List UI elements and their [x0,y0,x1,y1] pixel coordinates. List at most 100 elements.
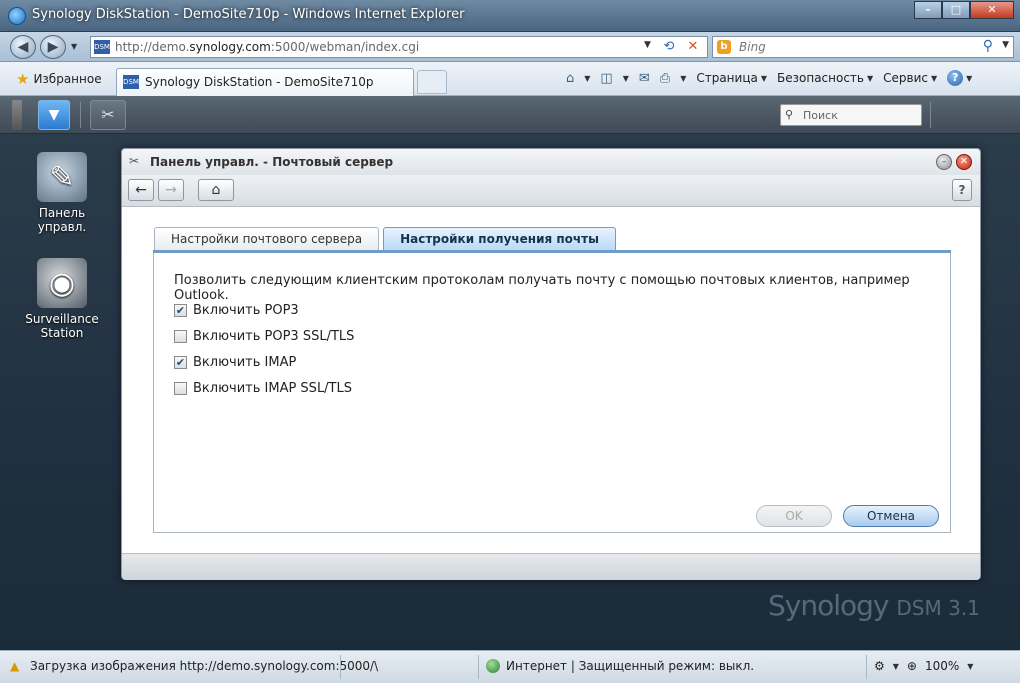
control-panel-taskbar-button[interactable]: ✂ [90,100,126,130]
dsm-taskbar: ▼ ✂ ⚲ Поиск [0,96,1020,134]
rss-dropdown-icon[interactable]: ▼ [623,74,629,83]
option-pop3-ssl[interactable]: Включить POP3 SSL/TLS [174,327,354,345]
cancel-button[interactable]: Отмена [843,505,939,527]
globe-icon [486,659,500,673]
checkbox-imap[interactable]: ✔ [174,355,187,369]
desktop-icon-surveillance[interactable]: ◉ Surveillance Station [22,258,102,340]
favorites-button[interactable]: ★ Избранное [8,68,110,90]
home-dropdown-icon[interactable]: ▼ [584,74,590,83]
option-label: Включить POP3 [193,302,299,318]
dsm-search-input[interactable]: ⚲ Поиск [780,104,922,126]
url-input[interactable]: DSM http://demo.synology.com:5000/webman… [90,36,708,58]
dsm-search-placeholder: Поиск [803,109,838,122]
close-button[interactable]: ✕ [970,1,1014,19]
divider [478,655,479,679]
camera-icon: ◉ [37,258,87,308]
main-menu-button[interactable]: ▼ [38,100,70,130]
favorites-bar: ★ Избранное DSM Synology DiskStation - D… [0,62,1020,96]
chevron-down-icon: ▼ [48,107,60,123]
url-prefix: http://demo. [115,40,190,54]
app-body: Настройки почтового сервера Настройки по… [122,207,980,553]
tab-mail-server-settings[interactable]: Настройки почтового сервера [154,227,380,251]
panel-description: Позволить следующим клиентским протокола… [174,273,910,303]
star-icon: ★ [16,70,30,88]
zone-text: Интернет | Защищенный режим: выкл. [506,659,755,673]
divider [930,102,931,128]
app-footer [122,553,980,580]
history-dropdown-icon[interactable]: ▼ [71,42,77,51]
browser-tab-title: Synology DiskStation - DemoSite710p [145,75,374,89]
option-pop3[interactable]: ✔ Включить POP3 [174,301,299,319]
app-title: Панель управл. - Почтовый сервер [150,155,394,169]
mail-server-window: ✂ Панель управл. - Почтовый сервер – ✕ ←… [121,148,981,580]
search-placeholder: Bing [739,40,766,54]
safety-menu[interactable]: Безопасность ▼ [777,71,873,85]
arrow-right-icon: → [165,182,177,198]
mail-icon[interactable]: ✉ [639,71,650,86]
taskbar-grip [12,100,22,130]
synology-brand-logo: Synology DSM 3.1 [768,589,980,622]
checkbox-pop3-ssl[interactable] [174,329,187,343]
rss-icon[interactable]: ◫ [600,71,612,86]
chevron-down-icon[interactable]: ▼ [893,662,899,671]
zoom-level[interactable]: 100% [925,659,959,673]
help-icon: ? [947,70,964,86]
tab-strip: Настройки почтового сервера Настройки по… [154,227,616,251]
forward-button[interactable]: ▶ [40,35,66,59]
zoom-icon: ⊕ [906,659,917,673]
ie-logo-icon [8,7,26,25]
url-dropdown-icon[interactable]: ▼ [644,40,651,50]
browser-title-bar: Synology DiskStation - DemoSite710p - Wi… [0,0,1020,32]
checkbox-pop3[interactable]: ✔ [174,303,187,317]
url-suffix: :5000/webman/index.cgi [270,40,420,54]
back-arrow-icon: ◀ [17,39,29,55]
nav-forward-button[interactable]: → [158,179,184,201]
back-button[interactable]: ◀ [10,35,36,59]
checkbox-imap-ssl[interactable] [174,381,187,395]
print-dropdown-icon[interactable]: ▼ [680,74,686,83]
option-imap-ssl[interactable]: Включить IMAP SSL/TLS [174,379,352,397]
help-menu[interactable]: ? ▼ [947,70,972,86]
app-close-button[interactable]: ✕ [956,154,972,170]
window-controls: – □ ✕ [914,1,1014,19]
chevron-down-icon: ▼ [867,73,874,83]
maximize-button[interactable]: □ [942,1,970,19]
bing-search-input[interactable]: b Bing ⚲ ▼ [712,36,1014,58]
new-tab-button[interactable] [417,70,447,94]
nav-home-button[interactable]: ⌂ [198,179,234,201]
bing-icon: b [717,40,731,54]
service-menu[interactable]: Сервис ▼ [883,71,937,85]
browser-tab[interactable]: DSM Synology DiskStation - DemoSite710p [116,68,414,96]
tab-mail-receive-settings[interactable]: Настройки получения почты [383,227,616,251]
search-icon[interactable]: ⚲ [983,38,993,54]
home-icon[interactable]: ⌂ [566,71,574,86]
arrow-left-icon: ← [135,182,147,198]
print-icon[interactable]: ⎙ [660,71,670,86]
security-zone[interactable]: Интернет | Защищенный режим: выкл. [486,659,754,673]
help-button[interactable]: ? [952,179,972,201]
control-panel-icon: ✎ [37,152,87,202]
refresh-icon[interactable]: ⟲ [659,39,679,55]
url-host: synology.com [189,40,271,54]
minimize-button[interactable]: – [914,1,942,19]
desktop-icon-control-panel[interactable]: ✎ Панель управл. [22,152,102,234]
desktop-icon-label: Surveillance Station [25,312,99,340]
option-label: Включить IMAP [193,354,297,370]
tools-icon: ✂ [129,154,140,168]
divider [340,655,341,679]
page-menu[interactable]: Страница ▼ [696,71,767,85]
tools-icon: ✂ [101,105,115,124]
app-title-bar[interactable]: ✂ Панель управл. - Почтовый сервер – ✕ [122,149,980,175]
nav-back-button[interactable]: ← [128,179,154,201]
app-nav-bar: ← → ⌂ ? [122,175,980,207]
option-imap[interactable]: ✔ Включить IMAP [174,353,296,371]
app-minimize-button[interactable]: – [936,154,952,170]
zoom-dropdown-icon[interactable]: ▼ [967,662,973,671]
stop-icon[interactable]: ✕ [683,39,703,55]
address-bar: ◀ ▶ ▼ DSM http://demo.synology.com:5000/… [0,32,1020,62]
ok-button[interactable]: OK [756,505,832,527]
search-dropdown-icon[interactable]: ▼ [1002,40,1009,50]
command-bar: ⌂ ▼ ◫ ▼ ✉ ⎙ ▼ Страница ▼ Безопасность ▼ Серви… [566,70,972,86]
popup-blocker-icon[interactable]: ⚙ [874,659,885,673]
chevron-down-icon: ▼ [931,73,938,83]
